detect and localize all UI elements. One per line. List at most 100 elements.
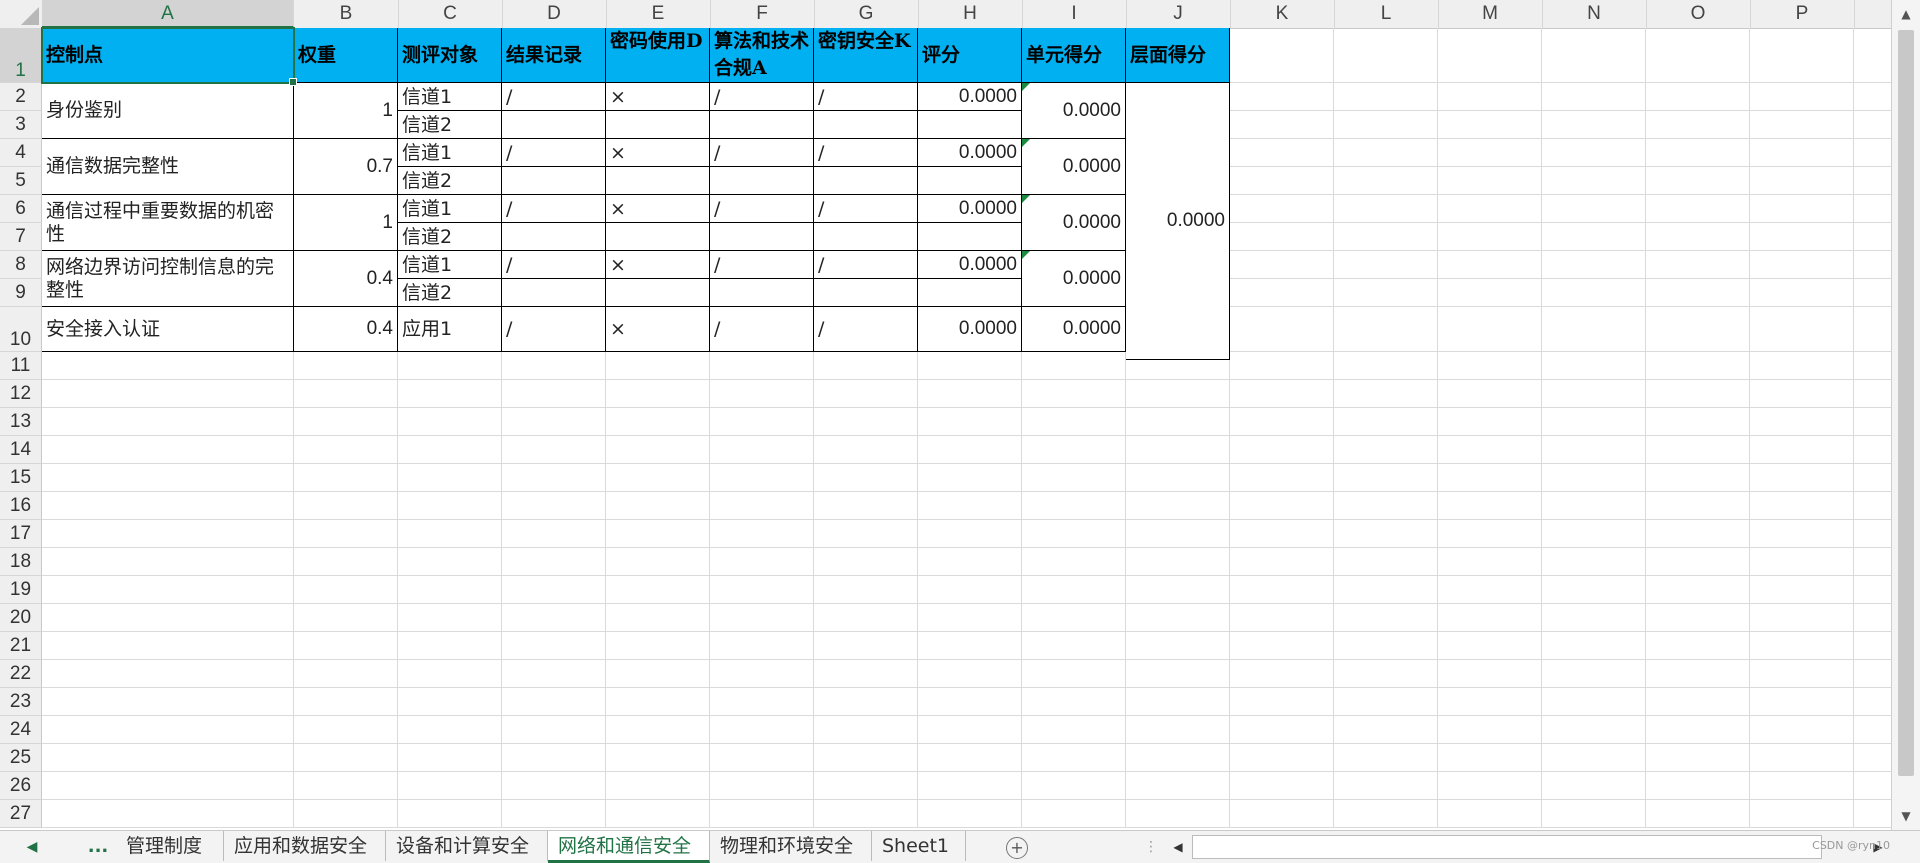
row-header-3[interactable]: 3	[0, 111, 42, 139]
score-cell[interactable]: 0.0000	[918, 139, 1022, 167]
control-point-cell[interactable]: 通信数据完整性	[42, 139, 294, 195]
column-header-h[interactable]: H	[918, 0, 1023, 28]
unit-score-cell[interactable]: 0.0000	[1022, 307, 1126, 352]
eval-object-cell[interactable]: 应用1	[398, 307, 502, 352]
control-point-cell[interactable]: 通信过程中重要数据的机密性	[42, 195, 294, 251]
column-header-o[interactable]: O	[1646, 0, 1751, 28]
eval-object-cell[interactable]: 信道1	[398, 195, 502, 223]
weight-cell[interactable]: 1	[294, 195, 398, 251]
row-header-6[interactable]: 6	[0, 195, 42, 223]
column-header-f[interactable]: F	[710, 0, 815, 28]
result-record-cell[interactable]: /	[502, 139, 606, 167]
crypto-use-cell[interactable]: ×	[606, 139, 710, 167]
row-header-22[interactable]: 22	[0, 660, 42, 688]
unit-score-cell[interactable]: 0.0000	[1022, 83, 1126, 139]
crypto-use-cell[interactable]: ×	[606, 195, 710, 223]
unit-score-cell[interactable]: 0.0000	[1022, 195, 1126, 251]
tab-scroll-left-icon[interactable]: ◀	[22, 831, 42, 863]
eval-object-cell[interactable]: 信道2	[398, 223, 502, 251]
sheet-tab-2[interactable]: 设备和计算安全	[386, 831, 548, 861]
vertical-scrollbar[interactable]: ▲ ▼	[1891, 0, 1920, 830]
score-cell[interactable]	[918, 167, 1022, 195]
row-header-17[interactable]: 17	[0, 520, 42, 548]
fill-handle[interactable]	[289, 78, 297, 86]
row-header-4[interactable]: 4	[0, 139, 42, 167]
sheet-tab-3[interactable]: 网络和通信安全	[548, 831, 710, 863]
score-cell[interactable]: 0.0000	[918, 251, 1022, 279]
crypto-use-cell[interactable]	[606, 167, 710, 195]
row-header-20[interactable]: 20	[0, 604, 42, 632]
header-crypto-use[interactable]: 密码使用D	[606, 28, 710, 83]
row-header-14[interactable]: 14	[0, 436, 42, 464]
column-header-b[interactable]: B	[294, 0, 399, 28]
result-record-cell[interactable]	[502, 111, 606, 139]
key-security-cell[interactable]	[814, 223, 918, 251]
row-header-15[interactable]: 15	[0, 464, 42, 492]
control-point-cell[interactable]: 身份鉴别	[42, 83, 294, 139]
algo-compliance-cell[interactable]: /	[710, 195, 814, 223]
algo-compliance-cell[interactable]	[710, 167, 814, 195]
sheet-tab-0[interactable]: 管理制度	[116, 831, 224, 861]
crypto-use-cell[interactable]	[606, 111, 710, 139]
key-security-cell[interactable]	[814, 111, 918, 139]
layer-score-cell[interactable]: 0.0000	[1126, 83, 1230, 360]
row-header-12[interactable]: 12	[0, 380, 42, 408]
column-header-d[interactable]: D	[502, 0, 607, 28]
key-security-cell[interactable]: /	[814, 195, 918, 223]
row-header-23[interactable]: 23	[0, 688, 42, 716]
row-header-5[interactable]: 5	[0, 167, 42, 195]
algo-compliance-cell[interactable]	[710, 223, 814, 251]
algo-compliance-cell[interactable]: /	[710, 139, 814, 167]
algo-compliance-cell[interactable]: /	[710, 307, 814, 352]
result-record-cell[interactable]	[502, 279, 606, 307]
crypto-use-cell[interactable]: ×	[606, 83, 710, 111]
row-header-16[interactable]: 16	[0, 492, 42, 520]
crypto-use-cell[interactable]	[606, 279, 710, 307]
sheet-tab-1[interactable]: 应用和数据安全	[224, 831, 386, 861]
algo-compliance-cell[interactable]	[710, 111, 814, 139]
row-header-27[interactable]: 27	[0, 800, 42, 828]
key-security-cell[interactable]: /	[814, 139, 918, 167]
key-security-cell[interactable]: /	[814, 307, 918, 352]
control-point-cell[interactable]: 网络边界访问控制信息的完整性	[42, 251, 294, 307]
vertical-scroll-thumb[interactable]	[1898, 30, 1914, 776]
score-cell[interactable]: 0.0000	[918, 83, 1022, 111]
row-header-13[interactable]: 13	[0, 408, 42, 436]
header-weight[interactable]: 权重	[294, 28, 398, 83]
add-sheet-icon[interactable]: +	[1006, 837, 1028, 859]
scroll-down-icon[interactable]: ▼	[1892, 804, 1920, 828]
score-cell[interactable]	[918, 111, 1022, 139]
select-all-corner[interactable]	[0, 0, 43, 28]
result-record-cell[interactable]: /	[502, 195, 606, 223]
sheet-tab-5[interactable]: Sheet1	[872, 831, 966, 861]
crypto-use-cell[interactable]: ×	[606, 307, 710, 352]
row-header-24[interactable]: 24	[0, 716, 42, 744]
header-score[interactable]: 评分	[918, 28, 1022, 83]
unit-score-cell[interactable]: 0.0000	[1022, 139, 1126, 195]
key-security-cell[interactable]	[814, 279, 918, 307]
column-header-p[interactable]: P	[1750, 0, 1855, 28]
key-security-cell[interactable]	[814, 167, 918, 195]
row-header-19[interactable]: 19	[0, 576, 42, 604]
result-record-cell[interactable]: /	[502, 251, 606, 279]
weight-cell[interactable]: 0.4	[294, 251, 398, 307]
score-cell[interactable]	[918, 279, 1022, 307]
result-record-cell[interactable]: /	[502, 83, 606, 111]
row-header-9[interactable]: 9	[0, 279, 42, 307]
column-header-g[interactable]: G	[814, 0, 919, 28]
header-algo-compliance[interactable]: 算法和技术合规A	[710, 28, 814, 83]
eval-object-cell[interactable]: 信道1	[398, 251, 502, 279]
row-header-1[interactable]: 1	[0, 28, 42, 83]
column-header-a[interactable]: A	[42, 0, 294, 28]
score-cell[interactable]	[918, 223, 1022, 251]
column-header-j[interactable]: J	[1126, 0, 1231, 28]
header-eval-object[interactable]: 测评对象	[398, 28, 502, 83]
row-header-8[interactable]: 8	[0, 251, 42, 279]
key-security-cell[interactable]: /	[814, 251, 918, 279]
key-security-cell[interactable]: /	[814, 83, 918, 111]
crypto-use-cell[interactable]	[606, 223, 710, 251]
column-header-c[interactable]: C	[398, 0, 503, 28]
horizontal-scrollbar[interactable]	[1192, 835, 1822, 859]
row-header-18[interactable]: 18	[0, 548, 42, 576]
score-cell[interactable]: 0.0000	[918, 195, 1022, 223]
